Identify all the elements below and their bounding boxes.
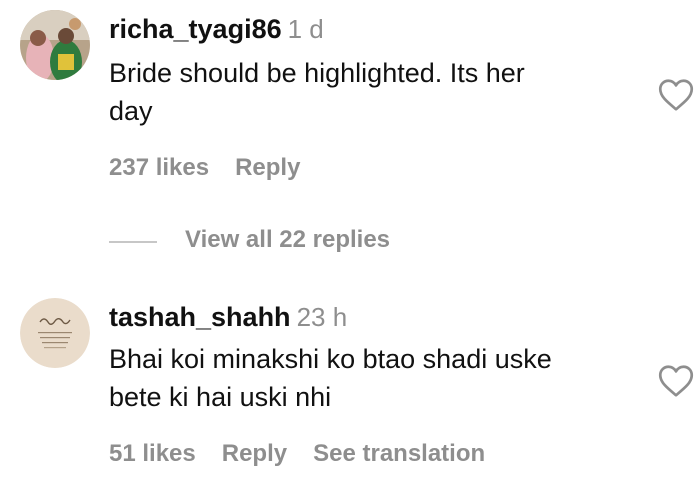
- reply-button[interactable]: Reply: [222, 440, 287, 467]
- heart-outline-icon[interactable]: [658, 78, 694, 112]
- comment-header: tashah_shahh 23 h: [109, 302, 347, 333]
- comment-text-line: Bhai koi minakshi ko btao shadi uske: [109, 344, 552, 374]
- comment-text-line: bete ki hai uski nhi: [109, 382, 332, 412]
- likes-count[interactable]: 51 likes: [109, 440, 196, 467]
- comment-text-line: Bride should be highlighted. Its her: [109, 58, 525, 88]
- timestamp[interactable]: 23 h: [297, 302, 348, 332]
- profile-photo: [20, 10, 90, 80]
- avatar[interactable]: [20, 10, 90, 80]
- avatar[interactable]: [20, 298, 90, 368]
- comment-actions: 237 likes Reply: [109, 154, 326, 182]
- view-replies-button[interactable]: View all 22 replies: [185, 226, 390, 254]
- see-translation-button[interactable]: See translation: [313, 440, 485, 467]
- comment-actions: 51 likes Reply See translation: [109, 440, 511, 468]
- comment-header: richa_tyagi86 1 d: [109, 14, 324, 45]
- divider: [109, 241, 157, 243]
- profile-photo-calligraphy: [20, 298, 90, 368]
- likes-count[interactable]: 237 likes: [109, 154, 209, 181]
- comment-text: Bhai koi minakshi ko btao shadi uske bet…: [109, 340, 629, 416]
- comment-text-line: day: [109, 96, 153, 126]
- heart-outline-icon[interactable]: [658, 364, 694, 398]
- reply-button[interactable]: Reply: [235, 154, 300, 181]
- username[interactable]: richa_tyagi86: [109, 14, 282, 44]
- comment-text: Bride should be highlighted. Its her day: [109, 54, 629, 130]
- timestamp[interactable]: 1 d: [288, 14, 324, 44]
- username[interactable]: tashah_shahh: [109, 302, 291, 332]
